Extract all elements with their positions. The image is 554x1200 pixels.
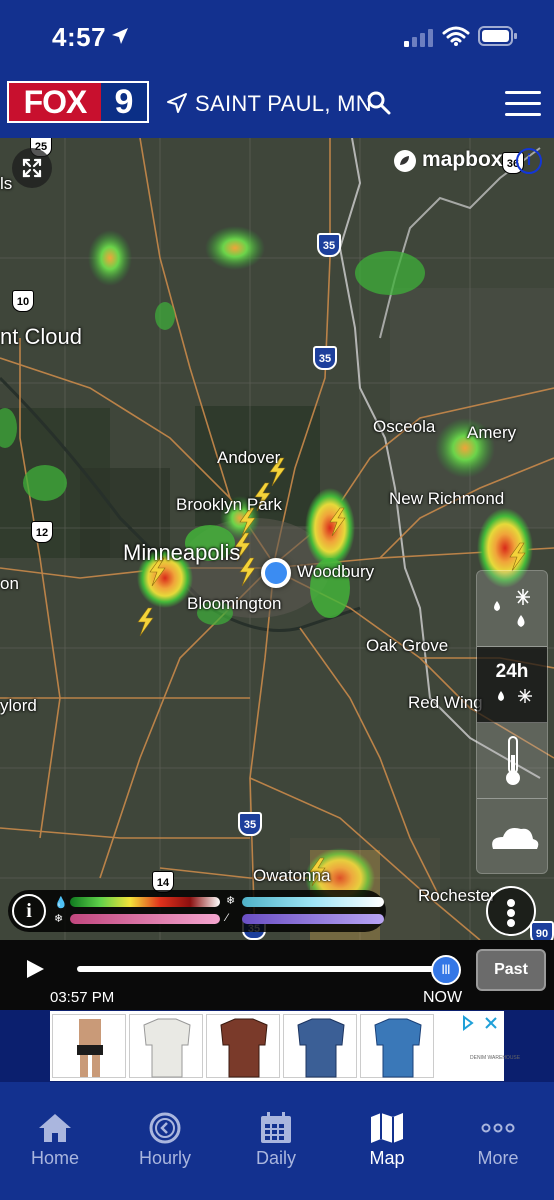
- timeline-track[interactable]: [77, 966, 447, 972]
- attribution-info-button[interactable]: i: [516, 148, 542, 174]
- tab-hourly[interactable]: Hourly: [110, 1082, 220, 1182]
- clock-icon: [149, 1112, 181, 1144]
- precip-legend: i 💧 ❄ ❄ ⁄: [8, 890, 386, 932]
- bottom-tab-bar: Home Hourly Daily Map More: [0, 1082, 554, 1200]
- radar-timeline: ||| 03:57 PM NOW Past: [0, 940, 554, 1010]
- ad-product-image[interactable]: [206, 1014, 280, 1078]
- ad-product-image[interactable]: [283, 1014, 357, 1078]
- thermometer-icon: [506, 736, 520, 785]
- status-bar: 4:57: [0, 0, 554, 78]
- map-label: Oak Grove: [366, 636, 449, 655]
- logo-number: 9: [101, 83, 147, 121]
- radar-map[interactable]: ls nt Cloud Andover Brooklyn Park Minnea…: [0, 138, 554, 940]
- map-label: Andover: [217, 448, 281, 467]
- cloud-icon: [492, 828, 539, 849]
- location-name[interactable]: SAINT PAUL, MN: [195, 91, 372, 117]
- rain-snow-icon: [494, 589, 530, 627]
- map-base-layer: [0, 138, 554, 940]
- ad-banner[interactable]: DENIM WAREHOUSE: [50, 1011, 520, 1081]
- ad-product-image[interactable]: [52, 1014, 126, 1078]
- legend-info-button[interactable]: i: [12, 894, 46, 928]
- rain-scale-bar: [70, 897, 220, 907]
- timeline-end-label: NOW: [423, 989, 463, 1006]
- more-dots-icon: [481, 1123, 515, 1133]
- map-label: on: [0, 574, 19, 593]
- hamburger-menu-icon[interactable]: [505, 91, 541, 117]
- mapbox-icon: [394, 150, 416, 172]
- location-arrow-icon[interactable]: [166, 92, 188, 114]
- play-icon[interactable]: [24, 958, 46, 980]
- ad-brand-text: DENIM WAREHOUSE: [470, 1055, 521, 1061]
- map-label: Minneapolis: [123, 540, 241, 565]
- tab-label: Home: [30, 1148, 79, 1168]
- map-label: Woodbury: [297, 562, 375, 581]
- map-label: ls: [0, 174, 13, 193]
- map-label: Owatonna: [253, 866, 331, 885]
- road-shield: 90: [530, 921, 554, 940]
- tab-label: Daily: [255, 1148, 296, 1168]
- tab-label: More: [477, 1148, 519, 1168]
- road-shield: 35: [313, 346, 337, 370]
- road-shield: 12: [31, 521, 53, 543]
- cellular-signal-icon: [404, 29, 433, 47]
- map-label: Red Wing: [408, 693, 483, 712]
- timeline-start-time: 03:57 PM: [50, 989, 115, 1006]
- layer-24h-button[interactable]: 24h: [477, 647, 547, 723]
- road-shield: 10: [12, 290, 34, 312]
- map-label: ylord: [0, 696, 37, 715]
- rain-legend-icon: 💧: [54, 897, 68, 909]
- road-shield: 35: [317, 233, 341, 257]
- map-label: Amery: [467, 423, 517, 442]
- ice-legend-icon: ⁄: [226, 912, 228, 924]
- ad-banner-area: DENIM WAREHOUSE: [0, 1010, 554, 1082]
- snow-scale-bar: [242, 897, 384, 907]
- mix-legend-icon: ❄: [54, 913, 64, 925]
- mix-scale-bar: [70, 914, 220, 924]
- ice-scale-bar: [242, 914, 384, 924]
- calendar-icon: [261, 1112, 291, 1143]
- fox9-logo[interactable]: FOX 9: [7, 81, 149, 123]
- map-label: Rochester: [418, 886, 496, 905]
- battery-icon: [478, 26, 517, 46]
- fullscreen-button[interactable]: [12, 148, 52, 188]
- past-button[interactable]: Past: [476, 949, 546, 991]
- tab-more[interactable]: More: [443, 1082, 553, 1182]
- layer-controls: 24h: [476, 570, 548, 874]
- tab-label: Hourly: [138, 1148, 191, 1168]
- status-time: 4:57: [52, 22, 107, 52]
- current-location-marker: [261, 558, 291, 588]
- rain-snow-icon: [498, 689, 532, 703]
- tab-label: Map: [369, 1148, 405, 1168]
- search-icon[interactable]: [367, 91, 391, 115]
- timeline-slider-thumb[interactable]: |||: [431, 955, 461, 985]
- location-arrow-icon: [112, 28, 128, 44]
- ad-product-image[interactable]: [129, 1014, 203, 1078]
- layer-precip-button[interactable]: [477, 571, 547, 647]
- tab-map[interactable]: Map: [332, 1082, 442, 1182]
- road-shield: 35: [238, 812, 262, 836]
- map-label: Bloomington: [187, 594, 282, 613]
- more-options-button[interactable]: [486, 886, 536, 936]
- map-label: New Richmond: [389, 489, 505, 508]
- map-label: nt Cloud: [0, 324, 82, 349]
- map-label: Osceola: [373, 417, 436, 436]
- layer-cloud-button[interactable]: [477, 799, 547, 873]
- mapbox-wordmark: mapbox: [422, 148, 503, 171]
- adchoices-icon[interactable]: [460, 1015, 500, 1031]
- tab-daily[interactable]: Daily: [221, 1082, 331, 1182]
- layer-temperature-button[interactable]: [477, 723, 547, 799]
- home-icon: [39, 1114, 71, 1142]
- tab-home[interactable]: Home: [0, 1082, 110, 1182]
- map-label: Brooklyn Park: [176, 495, 282, 514]
- wifi-icon: [442, 26, 470, 46]
- snow-legend-icon: ❄: [226, 895, 236, 907]
- map-icon: [371, 1113, 403, 1143]
- expand-icon: [22, 158, 42, 178]
- logo-fox-text: FOX: [9, 83, 101, 121]
- ad-product-image[interactable]: [360, 1014, 434, 1078]
- app-header: FOX 9 SAINT PAUL, MN: [0, 78, 554, 138]
